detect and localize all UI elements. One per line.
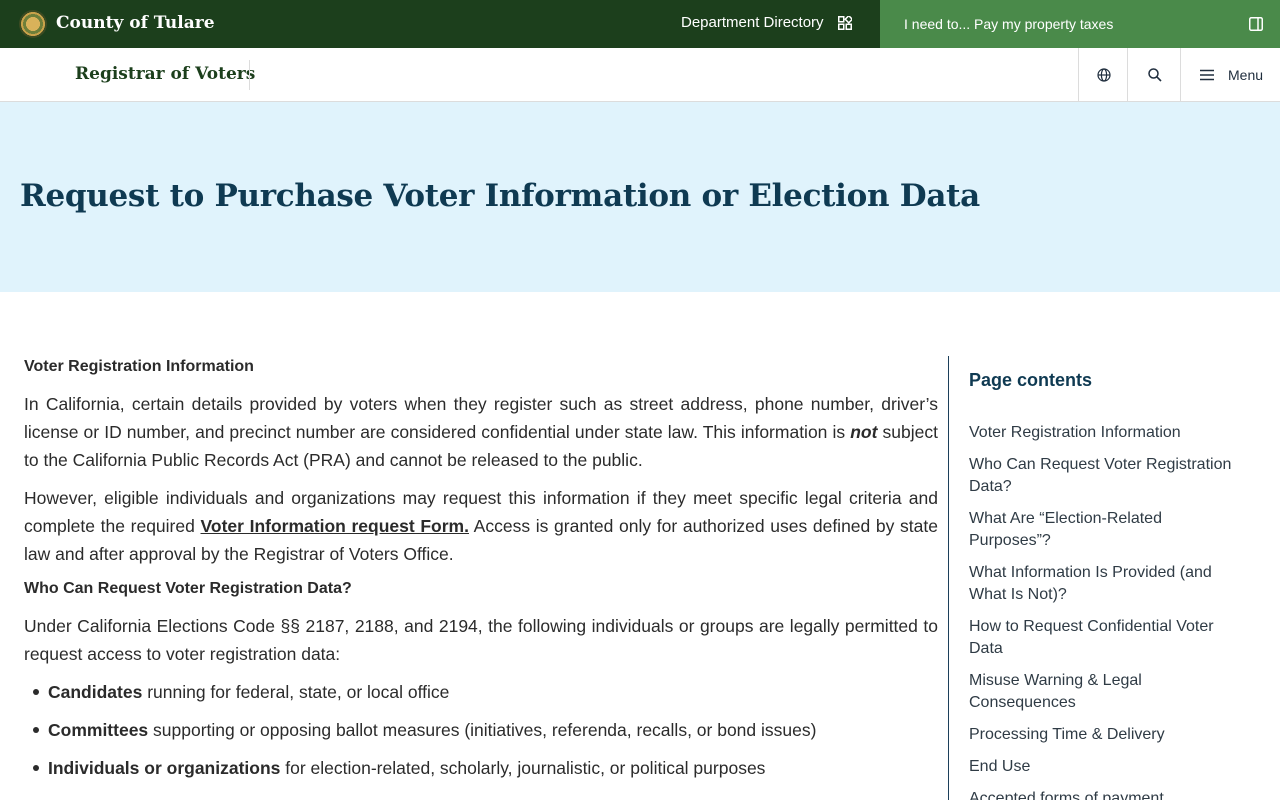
list-item: Individuals or organizations for electio… (24, 754, 938, 792)
header-divider (249, 60, 250, 90)
menu-button[interactable]: Menu (1180, 48, 1280, 101)
paragraph-elections-code: Under California Elections Code §§ 2187,… (24, 616, 938, 664)
toc-item[interactable]: Processing Time & Delivery (969, 724, 1239, 746)
side-panel-icon (1249, 17, 1263, 31)
department-directory-button[interactable]: Department Directory (681, 14, 852, 31)
paragraph-confidential-info: In California, certain details provided … (24, 390, 938, 474)
directory-grid-icon (837, 15, 852, 30)
county-name-link[interactable]: County of Tulare (56, 13, 215, 33)
paragraph-eligibility: However, eligible individuals and organi… (24, 484, 938, 568)
toc-item[interactable]: What Information Is Provided (and What I… (969, 562, 1239, 606)
county-bar: County of Tulare Department Directory (0, 0, 880, 48)
page-hero: Request to Purchase Voter Information or… (0, 102, 1280, 292)
i-need-to-button[interactable]: I need to... Pay my property taxes (880, 0, 1280, 48)
list-item: Candidates running for federal, state, o… (24, 678, 938, 716)
site-name-link[interactable]: Registrar of Voters (75, 64, 255, 84)
hamburger-icon (1200, 69, 1214, 80)
page-contents-title: Page contents (969, 370, 1093, 390)
toc-item[interactable]: Voter Registration Information (969, 422, 1239, 444)
list-item: Committees supporting or opposing ballot… (24, 716, 938, 754)
search-icon (1147, 67, 1162, 82)
top-bar: County of Tulare Department Directory I … (0, 0, 1280, 48)
paragraph-text: In California, certain details provided … (24, 394, 938, 442)
translate-button[interactable] (1078, 48, 1128, 101)
page-contents-list: Voter Registration Information Who Can R… (969, 422, 1239, 800)
county-seal-icon[interactable] (19, 10, 47, 38)
page-title: Request to Purchase Voter Information or… (20, 178, 980, 214)
site-header: Registrar of Voters Menu (0, 48, 1280, 102)
toc-item[interactable]: How to Request Confidential Voter Data (969, 616, 1239, 660)
emphasis-not: not (850, 422, 878, 442)
voter-information-form-link[interactable]: Voter Information request Form. (201, 516, 469, 536)
list-item-bold: Individuals or organizations (48, 758, 281, 778)
toc-item[interactable]: End Use (969, 756, 1239, 778)
toc-item[interactable]: Misuse Warning & Legal Consequences (969, 670, 1239, 714)
list-item-text: supporting or opposing ballot measures (… (148, 720, 817, 740)
page-contents-sidebar: Page contents Voter Registration Informa… (948, 356, 1280, 800)
list-item-text: running for federal, state, or local off… (142, 682, 450, 702)
menu-label: Menu (1228, 66, 1264, 83)
list-item-bold: Candidates (48, 682, 143, 702)
list-item-bold: Committees (48, 720, 149, 740)
list-item-text: for election-related, scholarly, journal… (280, 758, 766, 778)
toc-item[interactable]: What Are “Election-Related Purposes”? (969, 508, 1239, 552)
toc-item[interactable]: Who Can Request Voter Registration Data? (969, 454, 1239, 498)
i-need-to-label: I need to... Pay my property taxes (904, 16, 1114, 32)
search-button[interactable] (1127, 48, 1181, 101)
globe-icon (1096, 67, 1111, 82)
section-heading-who-can-request: Who Can Request Voter Registration Data? (24, 580, 352, 597)
eligible-requesters-list: Candidates running for federal, state, o… (24, 678, 938, 792)
section-heading-voter-registration: Voter Registration Information (24, 358, 254, 375)
department-directory-label: Department Directory (681, 14, 824, 31)
toc-item[interactable]: Accepted forms of payment (969, 788, 1239, 800)
